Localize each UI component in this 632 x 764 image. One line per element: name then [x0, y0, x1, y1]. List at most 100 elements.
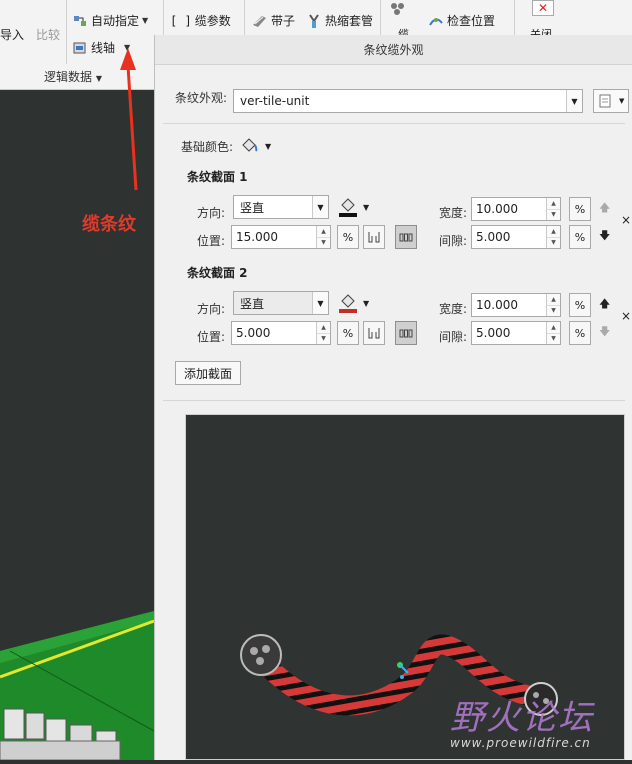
compare-label: 比较 [36, 28, 61, 42]
appearance-value: ver-tile-unit [240, 94, 310, 108]
stripe-cable-appearance-dialog: 条纹缆外观 条纹外观: ver-tile-unit ▼ ▼ 基础颜色: ▼ 条纹… [154, 35, 632, 760]
direction-label: 方向: [197, 302, 226, 316]
direction-value: 竖直 [240, 200, 265, 215]
stepper-arrows[interactable]: ▲ ▼ [546, 198, 560, 220]
stepper-arrows[interactable]: ▲ ▼ [316, 226, 330, 248]
model-viewport[interactable] [0, 91, 155, 761]
section-1-width-percent-toggle[interactable]: % [569, 197, 591, 221]
cable-params-label: 缆参数 [194, 14, 231, 28]
position-value: 5.000 [236, 326, 271, 340]
chevron-down-icon[interactable]: ▼ [265, 142, 271, 151]
logic-data-group[interactable]: 逻辑数据 ▼ [44, 68, 102, 85]
brackets-icon: [ ] [170, 13, 192, 28]
dialog-title: 条纹缆外观 [155, 35, 632, 65]
width-value: 10.000 [476, 202, 518, 216]
divider [163, 400, 625, 401]
chevron-down-icon[interactable]: ▼ [124, 43, 130, 52]
section-1-mirror-button[interactable] [363, 225, 385, 249]
gap-label: 间隙: [439, 234, 468, 248]
position-label: 位置: [197, 330, 226, 344]
repeat-icon [399, 329, 413, 338]
chevron-down-icon: ▼ [618, 97, 625, 105]
spool-button[interactable]: 线轴 ▼ [72, 39, 130, 56]
auto-assign-icon [74, 15, 86, 26]
watermark-url: www.proewildfire.cn [450, 736, 591, 750]
position-label: 位置: [197, 234, 226, 248]
chevron-down-icon[interactable]: ▼ [566, 90, 582, 112]
document-icon [599, 94, 611, 108]
stepper-arrows[interactable]: ▲ ▼ [316, 322, 330, 344]
paint-bucket-icon[interactable] [239, 137, 259, 155]
paint-bucket-icon [339, 198, 357, 217]
base-color-row: 基础颜色: ▼ [181, 137, 271, 155]
section-1-direction-select[interactable]: 竖直 ▼ [233, 195, 329, 219]
section-2-direction-select[interactable]: 竖直 ▼ [233, 291, 329, 315]
section-2-width-percent-toggle[interactable]: % [569, 293, 591, 317]
add-section-button[interactable]: 添加截面 [175, 361, 242, 385]
cable-icon [391, 3, 404, 15]
import-label: 导入 [0, 28, 25, 42]
chevron-down-icon: ▼ [363, 202, 370, 212]
ribbon-divider [66, 0, 67, 64]
section-1-width-input[interactable]: 10.000 ▲ ▼ [471, 197, 561, 221]
gap-label: 间隙: [439, 330, 468, 344]
auto-assign-label: 自动指定 [91, 14, 140, 28]
base-color-label: 基础颜色: [181, 139, 234, 154]
section-1-remove-button[interactable]: × [621, 213, 631, 227]
width-label: 宽度: [439, 302, 468, 316]
cable-params-button[interactable]: [ ] 缆参数 [170, 12, 231, 29]
annotation-label: 缆条纹 [82, 214, 136, 235]
tape-label: 带子 [271, 14, 296, 28]
close-icon[interactable]: ✕ [532, 0, 554, 16]
paint-bucket-icon [339, 294, 357, 313]
section-2-gap-percent-toggle[interactable]: % [569, 321, 591, 345]
section-2-position-input[interactable]: 5.000 ▲ ▼ [231, 321, 331, 345]
section-2-mirror-button[interactable] [363, 321, 385, 345]
move-down-icon[interactable]: 🡇 [599, 227, 610, 246]
tape-button[interactable]: 带子 [252, 12, 295, 29]
section-1-position-input[interactable]: 15.000 ▲ ▼ [231, 225, 331, 249]
section-2-width-input[interactable]: 10.000 ▲ ▼ [471, 293, 561, 317]
mirror-icon [368, 328, 380, 339]
stepper-arrows[interactable]: ▲ ▼ [546, 294, 560, 316]
stepper-arrows[interactable]: ▲ ▼ [546, 322, 560, 344]
direction-value: 竖直 [240, 296, 265, 311]
section-1-color-picker[interactable]: ▼ [337, 196, 369, 218]
auto-assign-button[interactable]: 自动指定 ▼ [72, 12, 148, 29]
section-2-position-percent-toggle[interactable]: % [337, 321, 359, 345]
spool-label: 线轴 [91, 41, 116, 55]
chevron-down-icon[interactable]: ▼ [312, 196, 328, 218]
appearance-library-button[interactable]: ▼ [593, 89, 629, 113]
move-up-icon[interactable]: 🡅 [599, 295, 610, 314]
position-value: 15.000 [236, 230, 278, 244]
import-button[interactable]: 导入 [0, 26, 24, 43]
check-position-label: 检查位置 [447, 14, 496, 28]
chevron-down-icon[interactable]: ▼ [142, 16, 148, 25]
divider [163, 123, 625, 124]
section-1-repeat-button[interactable] [395, 225, 417, 249]
compare-button[interactable]: 比较 [36, 26, 60, 43]
appearance-select[interactable]: ver-tile-unit ▼ [233, 89, 583, 113]
check-position-icon [429, 17, 443, 26]
move-down-icon: 🡇 [599, 325, 611, 338]
section-2-repeat-button[interactable] [395, 321, 417, 345]
section-2-gap-input[interactable]: 5.000 ▲ ▼ [471, 321, 561, 345]
gap-value: 5.000 [476, 326, 511, 340]
tape-icon [253, 15, 266, 27]
chevron-down-icon: ▼ [95, 74, 102, 83]
heat-shrink-icon [309, 13, 319, 28]
section-2-remove-button[interactable]: × [621, 309, 631, 323]
check-position-button[interactable]: 检查位置 [428, 12, 495, 29]
heat-shrink-button[interactable]: 热缩套管 [306, 12, 373, 29]
spool-icon [73, 42, 86, 53]
section-1-position-percent-toggle[interactable]: % [337, 225, 359, 249]
section-1-gap-percent-toggle[interactable]: % [569, 225, 591, 249]
stepper-arrows[interactable]: ▲ ▼ [546, 226, 560, 248]
section-1-gap-input[interactable]: 5.000 ▲ ▼ [471, 225, 561, 249]
chevron-down-icon[interactable]: ▼ [312, 292, 328, 314]
section-2-color-picker[interactable]: ▼ [337, 292, 369, 314]
width-value: 10.000 [476, 298, 518, 312]
appearance-row: 条纹外观: [175, 89, 227, 106]
logic-data-label: 逻辑数据 [44, 70, 93, 84]
width-label: 宽度: [439, 206, 468, 220]
